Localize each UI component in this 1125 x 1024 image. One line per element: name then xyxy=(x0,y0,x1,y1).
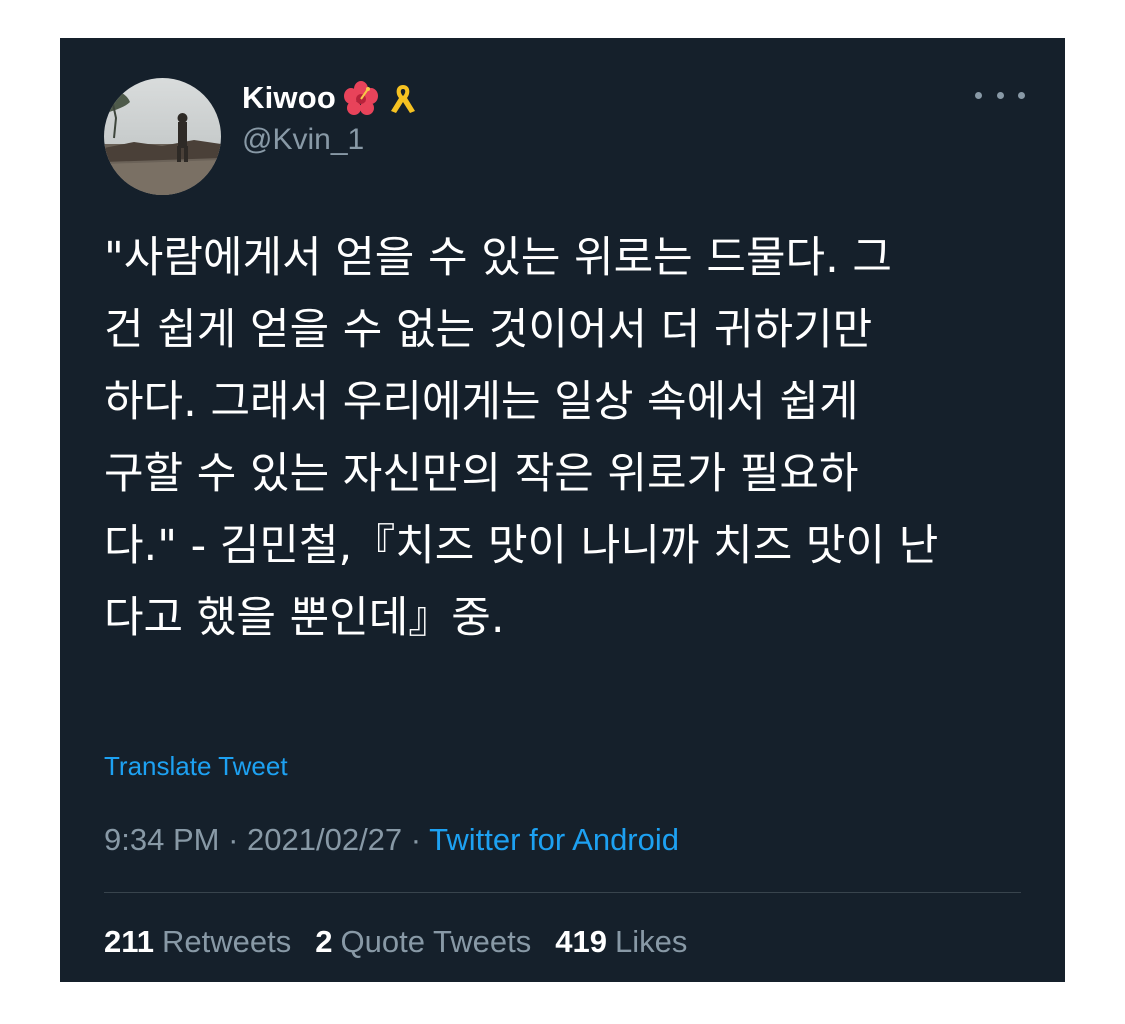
likes-stat[interactable]: 419 Likes xyxy=(555,924,687,960)
tweet-metadata: 9:34 PM · 2021/02/27 · Twitter for Andro… xyxy=(104,822,679,858)
divider xyxy=(104,892,1021,893)
more-options-button[interactable] xyxy=(975,80,1025,110)
tweet-text-line: 다고 했을 뿐인데』중. xyxy=(104,593,505,643)
tweet-text-line: "사람에게서 얻을 수 있는 위로는 드물다. 그 xyxy=(104,233,892,283)
hibiscus-icon xyxy=(344,81,378,115)
tweet-text-line: 하다. 그래서 우리에게는 일상 속에서 쉽게 xyxy=(104,377,859,427)
tweet-card: Kiwoo @Kvin_1 "사람에게서 얻을 수 있는 위로는 드물다. 그 … xyxy=(60,38,1065,982)
translate-tweet-link[interactable]: Translate Tweet xyxy=(104,751,288,782)
tweet-source-link[interactable]: Twitter for Android xyxy=(429,822,679,857)
retweets-stat[interactable]: 211 Retweets xyxy=(104,924,291,960)
tweet-text-line: 다." - 김민철,『치즈 맛이 나니까 치즈 맛이 난 xyxy=(104,521,939,571)
display-name[interactable]: Kiwoo xyxy=(242,80,336,116)
tweet-text-line: 구할 수 있는 자신만의 작은 위로가 필요하 xyxy=(104,449,859,499)
avatar[interactable] xyxy=(104,78,221,195)
tweet-text-line: 건 쉽게 얻을 수 없는 것이어서 더 귀하기만 xyxy=(104,305,873,355)
retweets-label: Retweets xyxy=(162,924,292,959)
likes-label: Likes xyxy=(614,924,688,959)
tweet-date[interactable]: 2021/02/27 xyxy=(247,822,402,857)
tweet-time[interactable]: 9:34 PM xyxy=(104,822,219,857)
likes-count: 419 xyxy=(555,924,607,959)
meta-separator: · xyxy=(402,822,430,857)
display-name-row[interactable]: Kiwoo xyxy=(242,78,420,118)
yellow-ribbon-icon xyxy=(386,81,420,115)
meta-separator: · xyxy=(219,822,248,857)
tweet-stats: 211 Retweets 2 Quote Tweets 419 Likes xyxy=(104,924,687,960)
quote-tweets-label: Quote Tweets xyxy=(340,924,532,959)
user-handle[interactable]: @Kvin_1 xyxy=(242,123,364,157)
quote-tweets-count: 2 xyxy=(315,924,333,959)
quote-tweets-stat[interactable]: 2 Quote Tweets xyxy=(315,924,531,960)
avatar-photo xyxy=(104,78,221,195)
retweets-count: 211 xyxy=(104,924,155,959)
more-horizontal-icon xyxy=(975,91,982,99)
tweet-text: "사람에게서 얻을 수 있는 위로는 드물다. 그 건 쉽게 얻을 수 없는 것… xyxy=(104,222,1044,654)
